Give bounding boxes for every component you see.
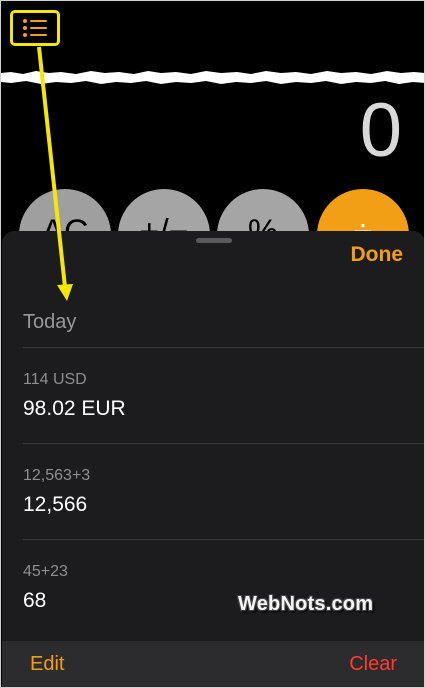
entry-result: 68 bbox=[23, 589, 47, 612]
history-entry[interactable]: 12,563+3 12,566 bbox=[23, 467, 90, 517]
divider bbox=[23, 443, 424, 444]
sheet-grabber[interactable] bbox=[196, 238, 232, 243]
bottom-toolbar: Edit Clear bbox=[2, 641, 424, 687]
watermark: WebNots.com bbox=[238, 593, 374, 615]
history-entry[interactable]: 45+23 68 bbox=[23, 563, 68, 613]
entry-result: 98.02 EUR bbox=[23, 397, 126, 420]
torn-edge-divider bbox=[1, 71, 424, 84]
entry-expression: 45+23 bbox=[23, 563, 68, 580]
edit-button[interactable]: Edit bbox=[30, 653, 64, 676]
clear-button[interactable]: Clear bbox=[349, 653, 397, 676]
entry-expression: 12,563+3 bbox=[23, 467, 91, 484]
entry-expression: 114 USD bbox=[23, 371, 87, 388]
section-title: Today bbox=[23, 311, 77, 333]
calculator-display: 0 bbox=[359, 88, 402, 173]
entry-result: 12,566 bbox=[23, 493, 88, 516]
history-entry[interactable]: 114 USD 98.02 EUR bbox=[23, 371, 126, 421]
history-list-button[interactable] bbox=[10, 10, 60, 46]
done-button[interactable]: Done bbox=[351, 243, 404, 267]
list-bullet-icon bbox=[23, 19, 47, 37]
divider bbox=[23, 347, 424, 348]
app-frame: 0 AC +/− % ÷ Done Today 114 USD 98.02 EU… bbox=[0, 0, 425, 688]
history-sheet: Done Today 114 USD 98.02 EUR 12,563+3 12… bbox=[2, 231, 424, 687]
divider bbox=[23, 539, 424, 540]
